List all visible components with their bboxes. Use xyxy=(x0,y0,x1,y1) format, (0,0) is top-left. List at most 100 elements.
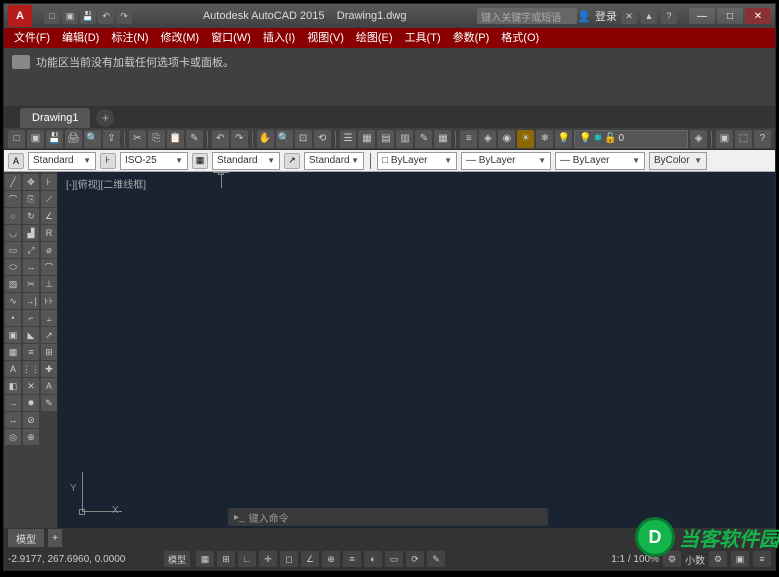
dimangular-icon[interactable]: ∠ xyxy=(41,208,57,224)
dimstyle-icon[interactable]: ⊦ xyxy=(100,153,116,169)
tolerance-icon[interactable]: ⊞ xyxy=(41,344,57,360)
tb-layeroff-icon[interactable]: 💡 xyxy=(555,130,572,148)
break-icon[interactable]: ⊘ xyxy=(23,412,39,428)
stretch-icon[interactable]: ↔ xyxy=(23,259,39,275)
lwt-toggle-icon[interactable]: ≡ xyxy=(343,551,361,567)
tb-open-icon[interactable]: ▣ xyxy=(27,130,44,148)
tb-help2-icon[interactable]: ? xyxy=(754,130,771,148)
polar-toggle-icon[interactable]: ✛ xyxy=(259,551,277,567)
qp-toggle-icon[interactable]: ▭ xyxy=(385,551,403,567)
tb-layeriso-icon[interactable]: ☀ xyxy=(517,130,534,148)
lineweight-dropdown[interactable]: — ByLayer▼ xyxy=(555,152,645,170)
trim-icon[interactable]: ✂ xyxy=(23,276,39,292)
dimarc-icon[interactable]: ⌒ xyxy=(41,259,57,275)
tb-toolpalette-icon[interactable]: ▤ xyxy=(377,130,394,148)
qat-redo-icon[interactable]: ↷ xyxy=(116,8,132,24)
tb-redo-icon[interactable]: ↷ xyxy=(231,130,248,148)
help-icon[interactable]: ? xyxy=(661,8,677,24)
arc-icon[interactable]: ◡ xyxy=(5,225,21,241)
tb-block-icon[interactable]: ▣ xyxy=(716,130,733,148)
move-icon[interactable]: ✥ xyxy=(23,174,39,190)
qat-new-icon[interactable]: □ xyxy=(44,8,60,24)
menu-annotate[interactable]: 标注(N) xyxy=(105,28,154,48)
mleaderstyle-dropdown[interactable]: Standard▼ xyxy=(304,152,364,170)
explode-icon[interactable]: ✸ xyxy=(23,395,39,411)
tb-zoomprev-icon[interactable]: ⟲ xyxy=(314,130,331,148)
leader-icon[interactable]: ↗ xyxy=(41,327,57,343)
tb-zoom-icon[interactable]: 🔍 xyxy=(276,130,293,148)
qat-open-icon[interactable]: ▣ xyxy=(62,8,78,24)
dimdiameter-icon[interactable]: ⌀ xyxy=(41,242,57,258)
menu-modify[interactable]: 修改(M) xyxy=(155,28,206,48)
maximize-button[interactable]: □ xyxy=(717,8,743,24)
help-search-input[interactable]: 键入关键字或短语 xyxy=(477,8,577,24)
menu-edit[interactable]: 编辑(D) xyxy=(56,28,105,48)
circle-icon[interactable]: ○ xyxy=(5,208,21,224)
extend-icon[interactable]: →| xyxy=(23,293,39,309)
exchange-icon[interactable]: ✕ xyxy=(621,8,637,24)
dimstyle-dropdown[interactable]: ISO-25▼ xyxy=(120,152,188,170)
scale-icon[interactable]: ⤢ xyxy=(23,242,39,258)
tb-copy-icon[interactable]: ⎘ xyxy=(148,130,165,148)
login-button[interactable]: 👤 登录 xyxy=(577,8,617,24)
dimaligned-icon[interactable]: ⟋ xyxy=(41,191,57,207)
qat-undo-icon[interactable]: ↶ xyxy=(98,8,114,24)
textstyle-dropdown[interactable]: Standard▼ xyxy=(28,152,96,170)
menu-insert[interactable]: 插入(I) xyxy=(257,28,301,48)
am-toggle-icon[interactable]: ✎ xyxy=(427,551,445,567)
tb-pan-icon[interactable]: ✋ xyxy=(257,130,274,148)
offset-icon[interactable]: ≡ xyxy=(23,344,39,360)
table-icon[interactable]: ▦ xyxy=(5,344,21,360)
tb-layer-icon[interactable]: ≡ xyxy=(460,130,477,148)
menu-param[interactable]: 参数(P) xyxy=(447,28,496,48)
tb-markup-icon[interactable]: ✎ xyxy=(415,130,432,148)
join-icon[interactable]: ⊕ xyxy=(23,429,39,445)
tb-cut-icon[interactable]: ✂ xyxy=(129,130,146,148)
menu-file[interactable]: 文件(F) xyxy=(8,28,56,48)
command-line[interactable]: ▸_ 键入命令 xyxy=(228,508,548,526)
rectangle-icon[interactable]: ▭ xyxy=(5,242,21,258)
line-icon[interactable]: ╱ xyxy=(5,174,21,190)
textstyle-icon[interactable]: A xyxy=(8,153,24,169)
hatch-icon[interactable]: ▨ xyxy=(5,276,21,292)
tb-match-icon[interactable]: ✎ xyxy=(186,130,203,148)
model-space-button[interactable]: 模型 xyxy=(164,551,190,567)
block-icon[interactable]: ▣ xyxy=(5,327,21,343)
xline-icon[interactable]: ↔ xyxy=(5,412,21,428)
tb-preview-icon[interactable]: 🔍 xyxy=(84,130,101,148)
layer-dropdown[interactable]: 💡❄🔓0 ▼ xyxy=(574,130,688,148)
app-menu-button[interactable]: A xyxy=(8,5,32,27)
mirror-icon[interactable]: ▟ xyxy=(23,225,39,241)
tb-sheetset-icon[interactable]: ▥ xyxy=(396,130,413,148)
snap-toggle-icon[interactable]: ⊞ xyxy=(217,551,235,567)
tablestyle-icon[interactable]: ▦ xyxy=(192,153,208,169)
menu-draw[interactable]: 绘图(E) xyxy=(350,28,399,48)
tb-undo-icon[interactable]: ↶ xyxy=(212,130,229,148)
spline-icon[interactable]: ∿ xyxy=(5,293,21,309)
mleaderstyle-icon[interactable]: ↗ xyxy=(284,153,300,169)
tb-calc-icon[interactable]: ▦ xyxy=(434,130,451,148)
otrack-toggle-icon[interactable]: ∠ xyxy=(301,551,319,567)
tb-designcenter-icon[interactable]: ▦ xyxy=(358,130,375,148)
ray-icon[interactable]: → xyxy=(5,395,21,411)
array-icon[interactable]: ⋮⋮ xyxy=(23,361,39,377)
tb-zoomwin-icon[interactable]: ⊡ xyxy=(295,130,312,148)
dimbaseline-icon[interactable]: ⫠ xyxy=(41,310,57,326)
tb-publish-icon[interactable]: ⇪ xyxy=(103,130,120,148)
tb-layermatch-icon[interactable]: ◈ xyxy=(690,130,707,148)
dimedit-icon[interactable]: ✎ xyxy=(41,395,57,411)
transparency-toggle-icon[interactable]: ◐ xyxy=(364,551,382,567)
menu-view[interactable]: 视图(V) xyxy=(301,28,350,48)
donut-icon[interactable]: ◎ xyxy=(5,429,21,445)
plotstyle-dropdown[interactable]: ByColor▼ xyxy=(649,152,707,170)
region-icon[interactable]: ◧ xyxy=(5,378,21,394)
mtext-icon[interactable]: A xyxy=(5,361,21,377)
tb-new-icon[interactable]: □ xyxy=(8,130,25,148)
coordinates-display[interactable]: -2.9177, 267.6960, 0.0000 xyxy=(8,554,158,565)
tb-paste-icon[interactable]: 📋 xyxy=(167,130,184,148)
color-dropdown[interactable]: □ ByLayer▼ xyxy=(377,152,457,170)
autodesk360-icon[interactable]: ▲ xyxy=(641,8,657,24)
dimordinate-icon[interactable]: ⊥ xyxy=(41,276,57,292)
tablestyle-dropdown[interactable]: Standard▼ xyxy=(212,152,280,170)
linetype-dropdown[interactable]: — ByLayer▼ xyxy=(461,152,551,170)
